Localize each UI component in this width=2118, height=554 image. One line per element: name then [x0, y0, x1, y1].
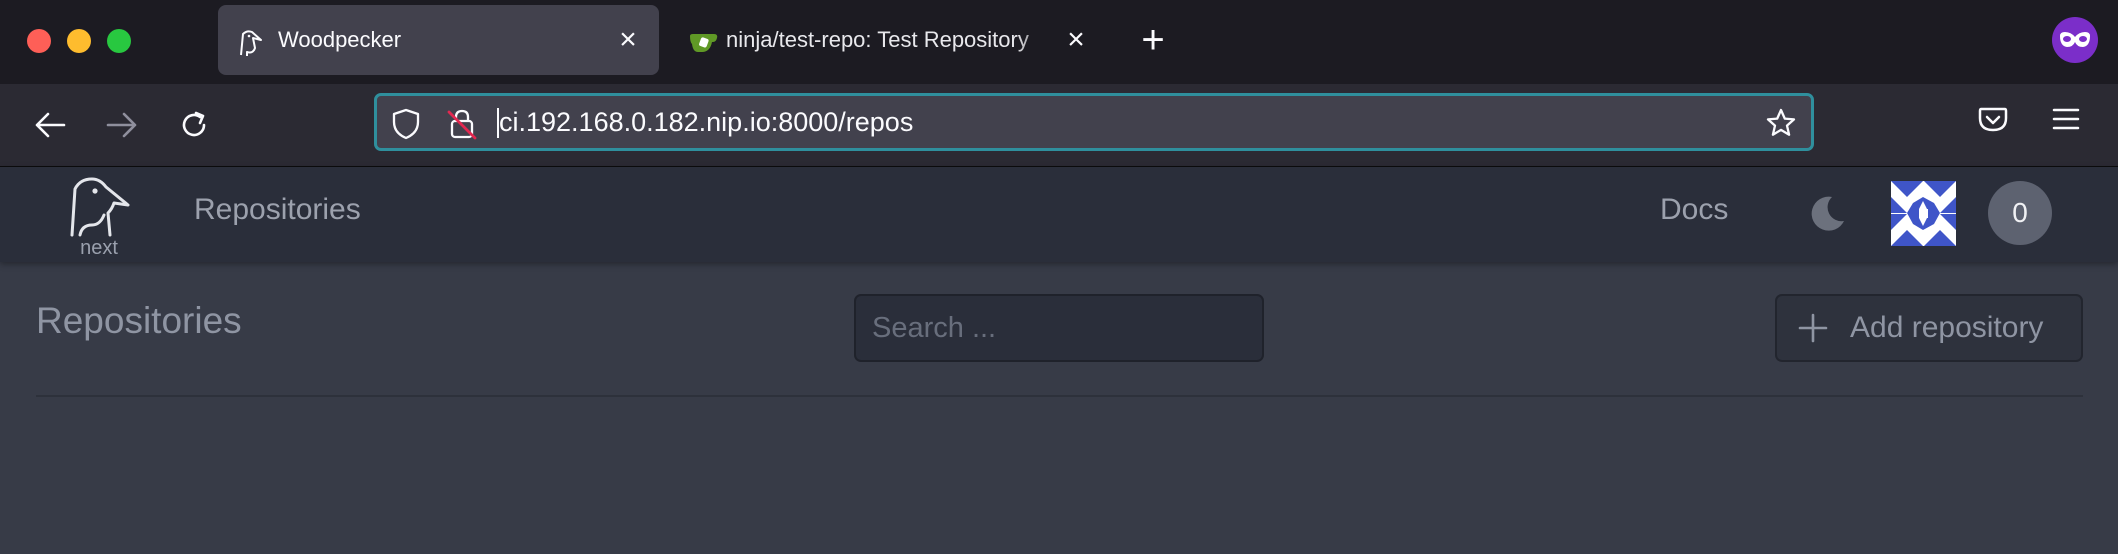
- notification-count-badge[interactable]: 0: [1988, 181, 2052, 245]
- divider: [36, 395, 2083, 397]
- add-repository-label: Add repository: [1850, 311, 2044, 344]
- page-title: Repositories: [36, 300, 242, 341]
- plus-icon: [1797, 312, 1829, 349]
- add-repository-button[interactable]: Add repository: [1775, 294, 2083, 362]
- close-window-button[interactable]: [27, 29, 51, 53]
- insecure-lock-icon[interactable]: [447, 108, 477, 145]
- bookmark-star-icon[interactable]: [1765, 107, 1797, 144]
- woodpecker-logo-icon[interactable]: [62, 175, 132, 237]
- reload-icon[interactable]: [172, 103, 216, 147]
- url-text[interactable]: ci.192.168.0.182.nip.io:8000/repos: [499, 96, 913, 148]
- address-bar[interactable]: ci.192.168.0.182.nip.io:8000/repos: [374, 93, 1814, 151]
- moon-icon[interactable]: [1806, 193, 1848, 240]
- nav-link-repositories[interactable]: Repositories: [194, 193, 361, 227]
- tab-title: ninja/test-repo: Test Repository: [726, 27, 1029, 52]
- nav-link-docs[interactable]: Docs: [1660, 193, 1728, 227]
- app-navbar: next Repositories Docs 0: [0, 167, 2118, 262]
- tab-gitea-repo[interactable]: ninja/test-repo: Test Repository ×: [672, 5, 1102, 75]
- tab-woodpecker[interactable]: Woodpecker ×: [218, 5, 659, 75]
- pocket-icon[interactable]: [1977, 103, 2009, 140]
- minimize-window-button[interactable]: [67, 29, 91, 53]
- new-tab-button[interactable]: +: [1137, 20, 1169, 60]
- woodpecker-logo-icon: [234, 27, 266, 59]
- forward-arrow-icon[interactable]: [100, 103, 144, 147]
- back-arrow-icon[interactable]: [28, 103, 72, 147]
- tracking-protection-shield-icon[interactable]: [391, 108, 421, 145]
- search-box[interactable]: [854, 294, 1264, 362]
- hamburger-menu-icon[interactable]: [2050, 103, 2082, 140]
- private-browsing-icon[interactable]: [2052, 17, 2098, 63]
- close-icon[interactable]: ×: [1062, 25, 1090, 55]
- zoom-window-button[interactable]: [107, 29, 131, 53]
- browser-tab-bar: Woodpecker × ninja/test-repo: Test Repos…: [0, 0, 2118, 84]
- logo-subtitle: next: [80, 237, 118, 259]
- tab-title: Woodpecker: [278, 27, 402, 52]
- close-icon[interactable]: ×: [614, 25, 642, 55]
- avatar[interactable]: [1891, 181, 1956, 246]
- gitea-icon: [688, 27, 720, 59]
- search-input[interactable]: [856, 296, 1262, 360]
